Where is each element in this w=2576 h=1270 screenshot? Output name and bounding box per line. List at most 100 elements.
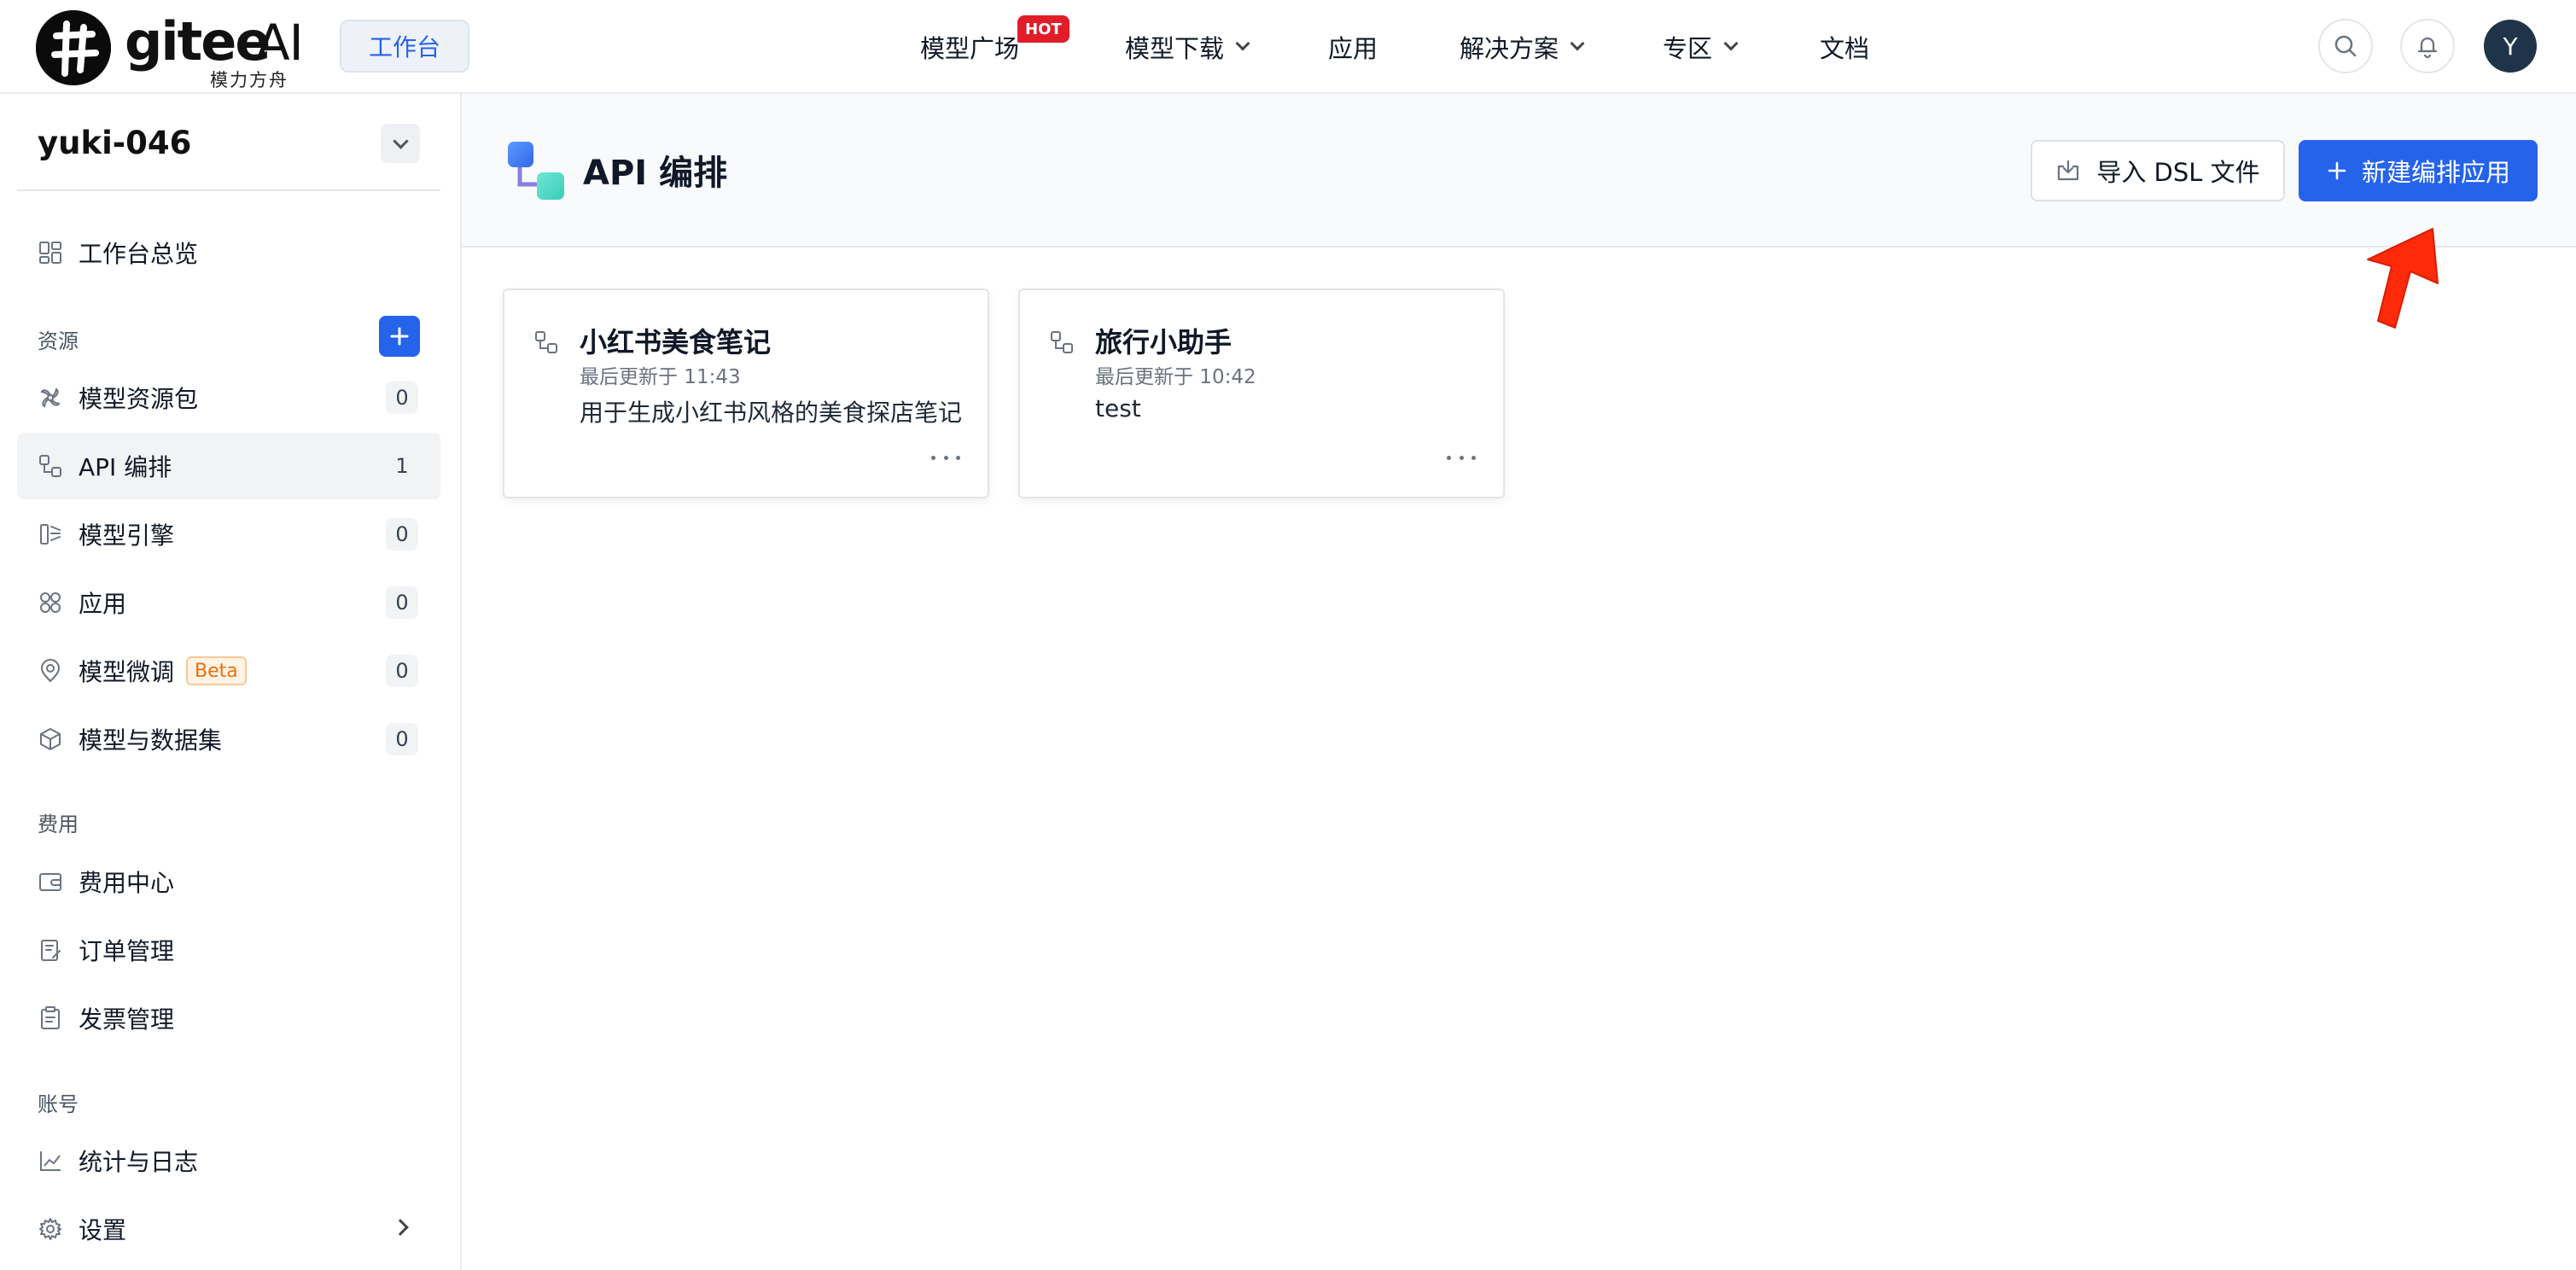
sidebar-item-label: API 编排: [79, 453, 172, 481]
card-description: test: [1095, 394, 1141, 422]
sidebar-item-settings[interactable]: 设置: [17, 1196, 440, 1262]
nav-model-square[interactable]: 模型广场: [920, 26, 1019, 68]
sidebar-item-billing-center[interactable]: 费用中心: [17, 848, 440, 915]
more-options-icon[interactable]: [1447, 449, 1476, 466]
sidebar-item-label: 模型与数据集: [79, 726, 223, 754]
logo-mark-icon: [36, 10, 111, 85]
wallet-icon: [39, 873, 61, 891]
add-resource-button[interactable]: [379, 316, 420, 357]
sidebar-item-models-datasets[interactable]: 模型与数据集 0: [17, 706, 440, 772]
invoice-icon: [41, 1006, 60, 1029]
divider: [17, 189, 440, 191]
chevron-right-icon: [392, 1219, 409, 1236]
nav-label: 文档: [1820, 34, 1870, 63]
sidebar-item-api-orchestration[interactable]: API 编排 1: [17, 433, 440, 499]
sidebar-item-label: 模型资源包: [79, 385, 199, 413]
more-options-icon[interactable]: [931, 449, 960, 466]
sidebar: yuki-046 工作台总览 资源 模型资源包 0 API 编排 1 模型引擎 …: [0, 94, 462, 1270]
sidebar-item-label: 模型微调 Beta: [79, 638, 247, 704]
gitee-ai-logo[interactable]: gitee AI 模力方舟: [36, 10, 309, 90]
notifications-button[interactable]: [2400, 19, 2455, 73]
section-title-resources: 资源: [38, 329, 79, 353]
section-title-billing: 费用: [38, 813, 79, 836]
count-badge: 0: [386, 655, 418, 687]
nav-label: 应用: [1328, 34, 1378, 63]
sidebar-item-apps[interactable]: 应用 0: [17, 569, 440, 636]
top-bar: gitee AI 模力方舟 工作台 模型广场 HOT 模型下载 应用 解决方案 …: [0, 0, 2576, 94]
sidebar-item-label: 工作台总览: [79, 240, 199, 268]
logo-subtitle: 模力方舟: [210, 70, 288, 90]
nav-label: 模型广场: [920, 34, 1020, 63]
workflow-icon: [39, 455, 61, 477]
page-header: API 编排 导入 DSL 文件 新建编排应用: [462, 94, 2576, 248]
sidebar-item-finetune[interactable]: 模型微调 Beta 0: [17, 638, 440, 704]
logo-wordmark: gitee: [125, 10, 271, 73]
apps-grid-icon: [40, 592, 61, 613]
plus-icon: [2328, 161, 2346, 180]
section-title-account: 账号: [38, 1092, 79, 1116]
sidebar-item-model-engine[interactable]: 模型引擎 0: [17, 501, 440, 568]
count-badge: 1: [395, 454, 409, 478]
workflow-icon: [535, 331, 557, 353]
sidebar-item-label-text: 模型微调: [79, 658, 175, 686]
sidebar-item-stats-logs[interactable]: 统计与日志: [17, 1127, 440, 1194]
search-icon: [2334, 35, 2357, 57]
card-title: 旅行小助手: [1095, 326, 1233, 358]
workflow-icon: [1051, 331, 1073, 353]
card-description: 用于生成小红书风格的美食探店笔记: [580, 399, 963, 427]
api-orchestration-icon: [508, 142, 564, 200]
sidebar-item-label: 统计与日志: [79, 1148, 199, 1176]
main-content: API 编排 导入 DSL 文件 新建编排应用 小红书美食笔记 最后更新于 11…: [462, 94, 2576, 1270]
count-badge: 0: [386, 382, 418, 414]
cube-icon: [40, 728, 61, 750]
sidebar-item-orders[interactable]: 订单管理: [17, 917, 440, 983]
sidebar-item-label: 设置: [79, 1216, 127, 1244]
app-card[interactable]: 旅行小助手 最后更新于 10:42 test: [1018, 288, 1505, 498]
sidebar-item-label: 应用: [79, 590, 127, 618]
finetune-icon: [40, 659, 61, 683]
dashboard-icon: [39, 242, 61, 264]
account-name: yuki-046: [38, 125, 192, 161]
count-badge: 0: [386, 723, 418, 755]
search-button[interactable]: [2318, 19, 2373, 73]
chevron-down-icon: [392, 132, 409, 149]
user-avatar[interactable]: Y: [2484, 20, 2537, 73]
account-switch-button[interactable]: [381, 124, 420, 163]
chevron-down-icon: [1570, 36, 1585, 51]
sidebar-item-label: 费用中心: [79, 869, 175, 897]
sidebar-item-label: 订单管理: [79, 937, 175, 965]
pointer-arrow-icon: [2367, 228, 2439, 329]
nav-label: 专区: [1663, 34, 1713, 63]
nav-label: 模型下载: [1125, 34, 1225, 63]
plus-icon: [390, 327, 409, 346]
nav-solutions[interactable]: 解决方案: [1460, 26, 1585, 68]
sidebar-item-label: 发票管理: [79, 1005, 175, 1034]
chevron-down-icon: [1235, 36, 1250, 51]
nav-docs[interactable]: 文档: [1820, 26, 1869, 68]
order-icon: [41, 940, 61, 961]
new-orchestration-app-button[interactable]: 新建编排应用: [2299, 140, 2538, 201]
page-title: API 编排: [583, 154, 728, 193]
workbench-button[interactable]: 工作台: [340, 20, 469, 73]
count-badge: 0: [386, 518, 418, 551]
sidebar-item-model-packages[interactable]: 模型资源包 0: [17, 364, 440, 431]
engine-icon: [40, 524, 61, 545]
logo-ai-text: AI: [256, 14, 304, 72]
card-title: 小红书美食笔记: [580, 326, 772, 358]
gear-icon: [39, 1218, 61, 1240]
chevron-down-icon: [1723, 36, 1739, 51]
nav-label: 解决方案: [1460, 34, 1559, 63]
import-icon: [2058, 160, 2079, 181]
nav-model-download[interactable]: 模型下载: [1125, 26, 1250, 68]
sidebar-item-overview[interactable]: 工作台总览: [17, 219, 440, 286]
app-card[interactable]: 小红书美食笔记 最后更新于 11:43 用于生成小红书风格的美食探店笔记: [503, 288, 989, 498]
new-orchestration-app-label: 新建编排应用: [2361, 158, 2510, 187]
bell-icon: [2417, 37, 2438, 59]
sidebar-item-label: 模型引擎: [79, 521, 175, 550]
beta-badge: Beta: [186, 656, 247, 685]
hot-badge: HOT: [1017, 15, 1069, 43]
import-dsl-button[interactable]: 导入 DSL 文件: [2031, 140, 2285, 201]
sidebar-item-invoices[interactable]: 发票管理: [17, 985, 440, 1052]
nav-apps[interactable]: 应用: [1328, 26, 1378, 68]
nav-zone[interactable]: 专区: [1663, 26, 1739, 68]
